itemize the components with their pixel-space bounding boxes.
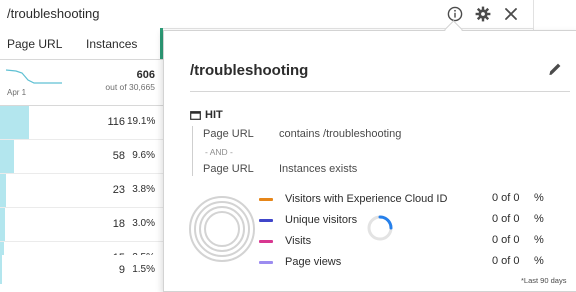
row-value: 116 [107, 116, 125, 128]
edit-pencil-icon[interactable] [547, 61, 563, 82]
metric-color-swatch [259, 239, 273, 243]
metric-row-page-views: Page views [259, 255, 341, 269]
metric-color-swatch [259, 260, 273, 264]
sparkline-date-label: Apr 1 [7, 88, 27, 97]
metric-label: Unique visitors [285, 214, 358, 226]
metric-label: Page views [285, 256, 342, 268]
hit-label: HIT [205, 109, 223, 121]
row-percentage-bar [0, 106, 29, 139]
metric-value: 0 of 0 [492, 234, 520, 246]
metric-label: Visitors with Experience Cloud ID [285, 193, 448, 205]
hit-container-header: HIT [190, 109, 223, 121]
summary-total: 606 [136, 69, 155, 81]
metric-value: 0 of 0 [492, 192, 520, 204]
gear-icon[interactable] [473, 4, 493, 24]
and-operator: - AND - [205, 147, 233, 157]
table-row[interactable]: 9 1.5% [0, 255, 163, 284]
metric-unit: % [534, 213, 544, 225]
column-header-instances[interactable]: Instances [86, 37, 137, 51]
metric-row-visits: Visits [259, 234, 311, 248]
metric-value: 0 of 0 [492, 255, 520, 267]
metric-color-swatch [259, 218, 273, 222]
container-icon [190, 110, 201, 120]
row-value: 9 [118, 264, 125, 276]
table-row[interactable]: 116 19.1% [0, 106, 163, 140]
row-percent: 3.8% [132, 184, 155, 195]
row-value: 23 [112, 184, 125, 196]
row-percent: 3.0% [132, 218, 155, 229]
metric-unit: % [534, 255, 544, 267]
definition-condition: contains /troubleshooting [279, 128, 402, 140]
metric-row-visitors-ecid: Visitors with Experience Cloud ID [259, 192, 447, 206]
segment-preview-popover: /troubleshooting HIT Page URL contains /… [163, 30, 576, 292]
metric-color-swatch [259, 197, 273, 201]
table-column-headers: Page URL Instances [0, 28, 163, 60]
row-value: 18 [112, 218, 125, 230]
table-row[interactable]: 18 3.0% [0, 208, 163, 242]
definition-dimension: Page URL [203, 163, 254, 175]
loading-spinner-icon [367, 215, 393, 241]
row-percent: 1.5% [132, 264, 155, 275]
metric-label: Visits [285, 235, 312, 247]
row-percentage-bar [0, 140, 14, 173]
table-row[interactable]: 58 9.6% [0, 140, 163, 174]
column-header-page-url[interactable]: Page URL [7, 37, 62, 51]
row-percentage-bar [0, 208, 5, 241]
row-value: 58 [112, 150, 125, 162]
row-percent: 9.6% [132, 150, 155, 161]
segment-rings-chart [189, 196, 255, 262]
definition-condition: Instances exists [279, 163, 358, 175]
row-percentage-bar [0, 174, 6, 207]
table-row[interactable]: 23 3.8% [0, 174, 163, 208]
sparkline-chart [5, 69, 62, 84]
popover-title: /troubleshooting [190, 62, 309, 79]
definition-dimension: Page URL [203, 128, 254, 140]
close-icon[interactable] [501, 4, 521, 24]
row-percentage-bar [0, 255, 2, 284]
metric-value: 0 of 0 [492, 213, 520, 225]
segment-title: /troubleshooting [7, 6, 100, 21]
summary-out-of: out of 30,665 [105, 82, 155, 92]
table-summary-row: Apr 1 606 out of 30,665 [0, 60, 163, 106]
metric-unit: % [534, 234, 544, 246]
definition-bracket [192, 126, 193, 176]
row-percent: 19.1% [127, 116, 156, 127]
metric-unit: % [534, 192, 544, 204]
popover-divider [190, 91, 570, 92]
metric-row-unique-visitors: Unique visitors [259, 213, 357, 227]
